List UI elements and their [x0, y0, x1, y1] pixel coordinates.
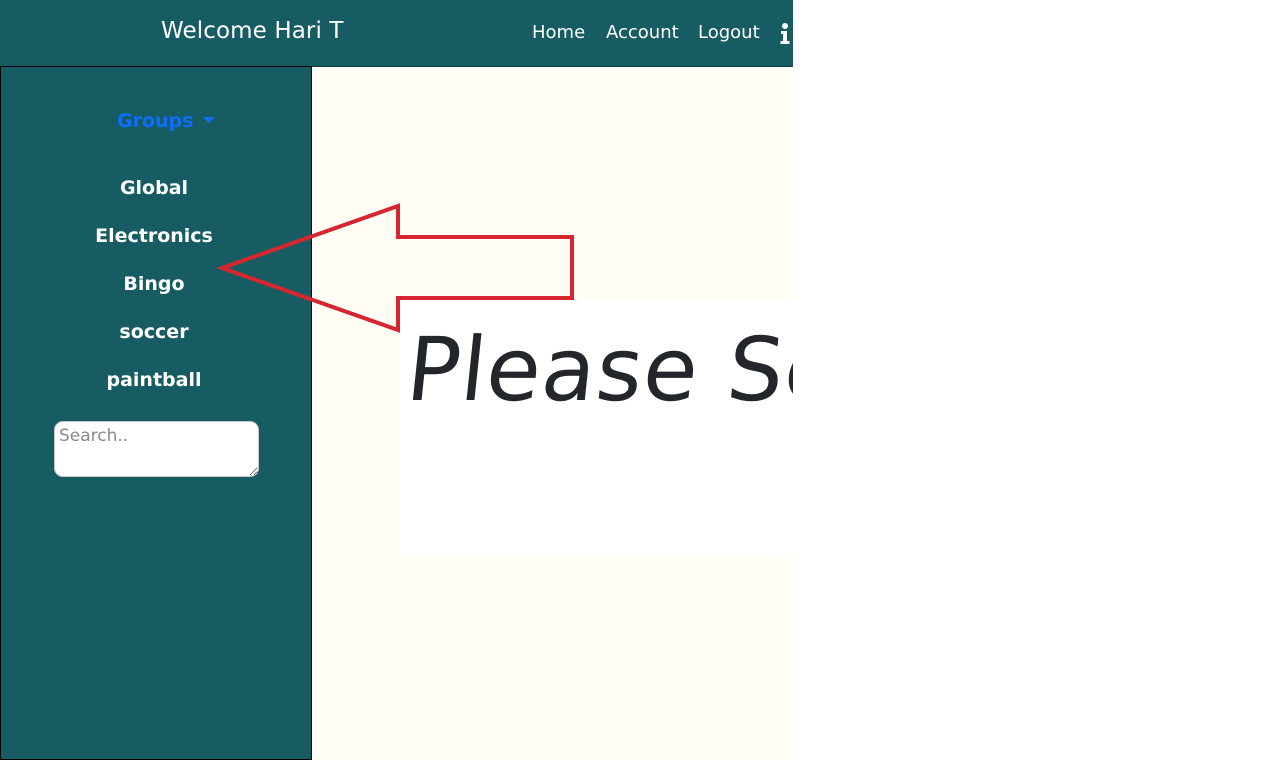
groups-label: Groups [117, 110, 194, 132]
groups-sidebar: Groups Global Electronics Bingo soccer p… [0, 66, 312, 760]
app-window: Welcome Hari T Home Account Logout Group… [0, 0, 793, 760]
group-item-global[interactable]: Global [1, 177, 307, 199]
info-icon[interactable] [779, 21, 791, 45]
nav-logout-link[interactable]: Logout [698, 22, 760, 43]
group-item-bingo[interactable]: Bingo [1, 273, 307, 295]
nav-account-link[interactable]: Account [606, 22, 679, 43]
top-navbar: Welcome Hari T Home Account Logout [0, 0, 793, 67]
hero-text: Please Se [402, 318, 793, 421]
hero-image-panel: Please Se [400, 300, 793, 554]
search-input[interactable] [54, 421, 259, 477]
group-item-paintball[interactable]: paintball [1, 369, 307, 391]
nav-home-link[interactable]: Home [532, 22, 585, 43]
group-item-soccer[interactable]: soccer [1, 321, 307, 343]
welcome-message: Welcome Hari T [161, 18, 344, 44]
caret-down-icon [203, 116, 216, 123]
group-item-electronics[interactable]: Electronics [1, 225, 307, 247]
groups-dropdown-toggle[interactable]: Groups [117, 110, 216, 132]
